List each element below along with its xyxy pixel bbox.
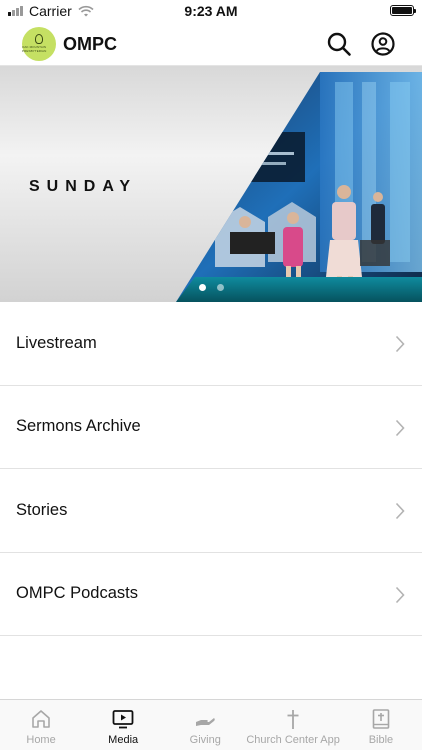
chevron-right-icon	[395, 419, 405, 436]
account-icon[interactable]	[370, 31, 396, 57]
tab-label: Media	[108, 734, 139, 746]
search-icon[interactable]	[326, 31, 352, 57]
carousel-dot-2[interactable]	[216, 284, 224, 291]
tab-label: Bible	[368, 734, 394, 746]
status-time: 9:23 AM	[184, 3, 238, 19]
logo-text: OAK MOUNTAIN PRESBYTERIAN	[22, 44, 47, 53]
home-icon	[32, 710, 50, 728]
menu-item-label: OMPC Podcasts	[16, 584, 138, 603]
tab-giving[interactable]: Giving	[164, 700, 246, 750]
tab-media[interactable]: Media	[82, 700, 164, 750]
cross-icon	[287, 710, 299, 729]
logo-mark-icon	[35, 33, 43, 44]
menu-item-sermons-archive[interactable]: Sermons Archive	[0, 386, 422, 469]
menu-item-stories[interactable]: Stories	[0, 469, 422, 553]
tab-church-center-app[interactable]: Church Center App	[246, 700, 340, 750]
play-screen-icon	[112, 710, 134, 729]
menu-item-label: Livestream	[16, 333, 97, 352]
tab-label: Church Center App	[246, 734, 340, 746]
chevron-right-icon	[395, 335, 405, 353]
chevron-right-icon	[395, 586, 405, 603]
menu-item-label: Stories	[16, 500, 68, 519]
tab-label: Giving	[189, 734, 221, 746]
media-menu-list: Livestream Sermons Archive Stories OMPC …	[0, 302, 422, 636]
menu-item-ompc-podcasts[interactable]: OMPC Podcasts	[0, 553, 422, 636]
hero-title: SUNDAY	[29, 178, 138, 195]
status-bar: Carrier 9:23 AM	[0, 0, 422, 22]
church-logo: OAK MOUNTAIN PRESBYTERIAN	[22, 27, 56, 61]
bible-icon	[372, 709, 390, 729]
tab-label: Home	[26, 734, 56, 746]
tab-bar: Home Media Giving Church Center App Bibl…	[0, 699, 422, 750]
giving-hand-icon	[196, 718, 216, 726]
carousel-dots	[0, 284, 422, 291]
menu-item-label: Sermons Archive	[16, 417, 141, 436]
app-title: OMPC	[63, 34, 117, 54]
carousel-dot-1[interactable]	[198, 284, 206, 291]
hero-banner[interactable]: SUNDAY	[0, 66, 422, 302]
chevron-right-icon	[395, 502, 405, 520]
tab-bible[interactable]: Bible	[340, 700, 422, 750]
menu-item-livestream[interactable]: Livestream	[0, 302, 422, 386]
tab-home[interactable]: Home	[0, 700, 82, 750]
battery-icon	[390, 5, 416, 16]
app-header: OAK MOUNTAIN PRESBYTERIAN OMPC	[0, 22, 422, 66]
